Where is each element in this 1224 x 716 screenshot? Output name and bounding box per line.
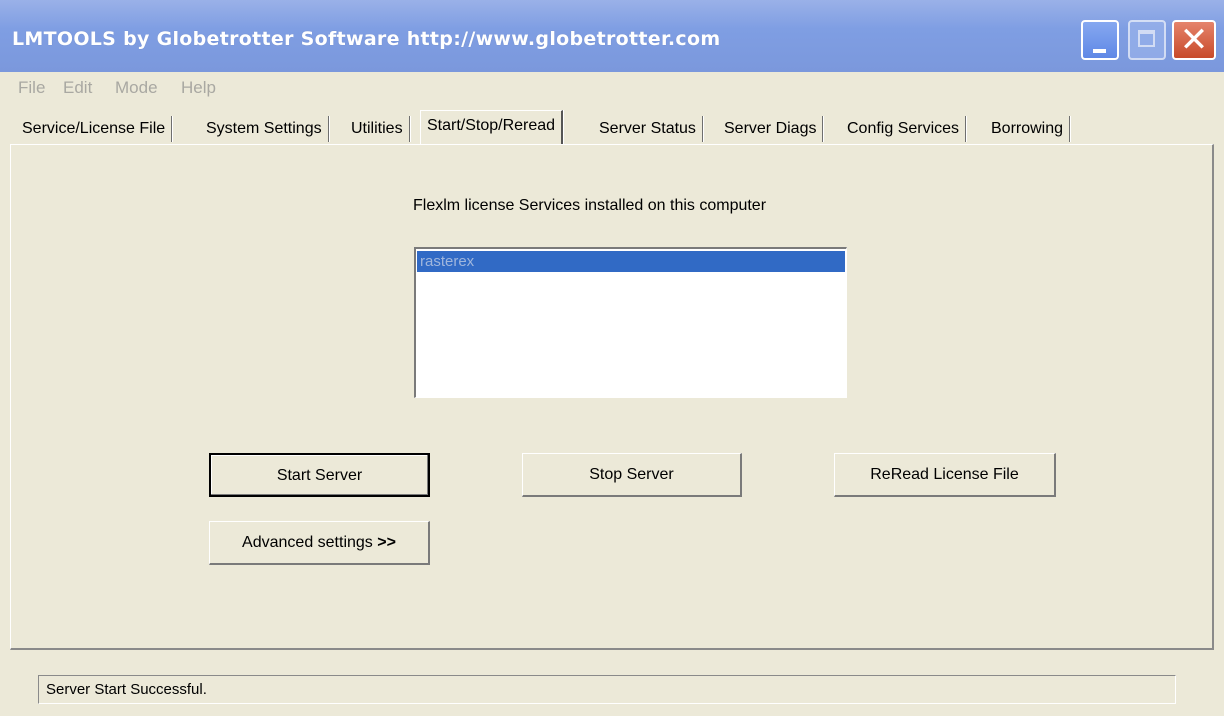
tab-server-status[interactable]: Server Status — [593, 116, 703, 142]
menu-help[interactable]: Help — [181, 78, 216, 98]
status-text: Server Start Successful. — [46, 681, 207, 698]
stop-server-button[interactable]: Stop Server — [522, 453, 742, 497]
window-title: LMTOOLS by Globetrotter Software http://… — [12, 28, 721, 50]
tab-strip: Service/License File System Settings Uti… — [0, 110, 1224, 146]
reread-license-file-button[interactable]: ReRead License File — [834, 453, 1056, 497]
tab-system-settings[interactable]: System Settings — [200, 116, 329, 142]
status-bar: Server Start Successful. — [38, 675, 1176, 704]
start-server-button[interactable]: Start Server — [209, 453, 430, 497]
minimize-button[interactable] — [1081, 20, 1119, 60]
maximize-button[interactable] — [1128, 20, 1166, 60]
menu-mode[interactable]: Mode — [115, 78, 158, 98]
advanced-settings-label: Advanced settings — [242, 534, 373, 551]
tab-config-services[interactable]: Config Services — [841, 116, 967, 142]
tab-utilities[interactable]: Utilities — [345, 116, 410, 142]
menu-edit[interactable]: Edit — [63, 78, 92, 98]
advanced-settings-button[interactable]: Advanced settings >> — [209, 521, 430, 565]
menu-file[interactable]: File — [18, 78, 45, 98]
title-bar[interactable]: LMTOOLS by Globetrotter Software http://… — [0, 0, 1224, 72]
maximize-icon — [1138, 30, 1155, 47]
close-icon: ✕ — [1179, 20, 1209, 60]
services-heading: Flexlm license Services installed on thi… — [413, 197, 767, 214]
tab-server-diags[interactable]: Server Diags — [718, 116, 824, 142]
menu-bar: File Edit Mode Help — [0, 72, 1224, 102]
tab-service-license-file[interactable]: Service/License File — [16, 116, 173, 142]
minimize-icon — [1093, 49, 1106, 53]
list-item[interactable]: rasterex — [417, 251, 845, 272]
chevron-right-icon: >> — [377, 534, 396, 551]
close-button[interactable]: ✕ — [1172, 20, 1216, 60]
tab-start-stop-reread[interactable]: Start/Stop/Reread — [420, 110, 564, 144]
tab-borrowing[interactable]: Borrowing — [985, 116, 1071, 142]
services-listbox[interactable]: rasterex — [414, 247, 847, 398]
